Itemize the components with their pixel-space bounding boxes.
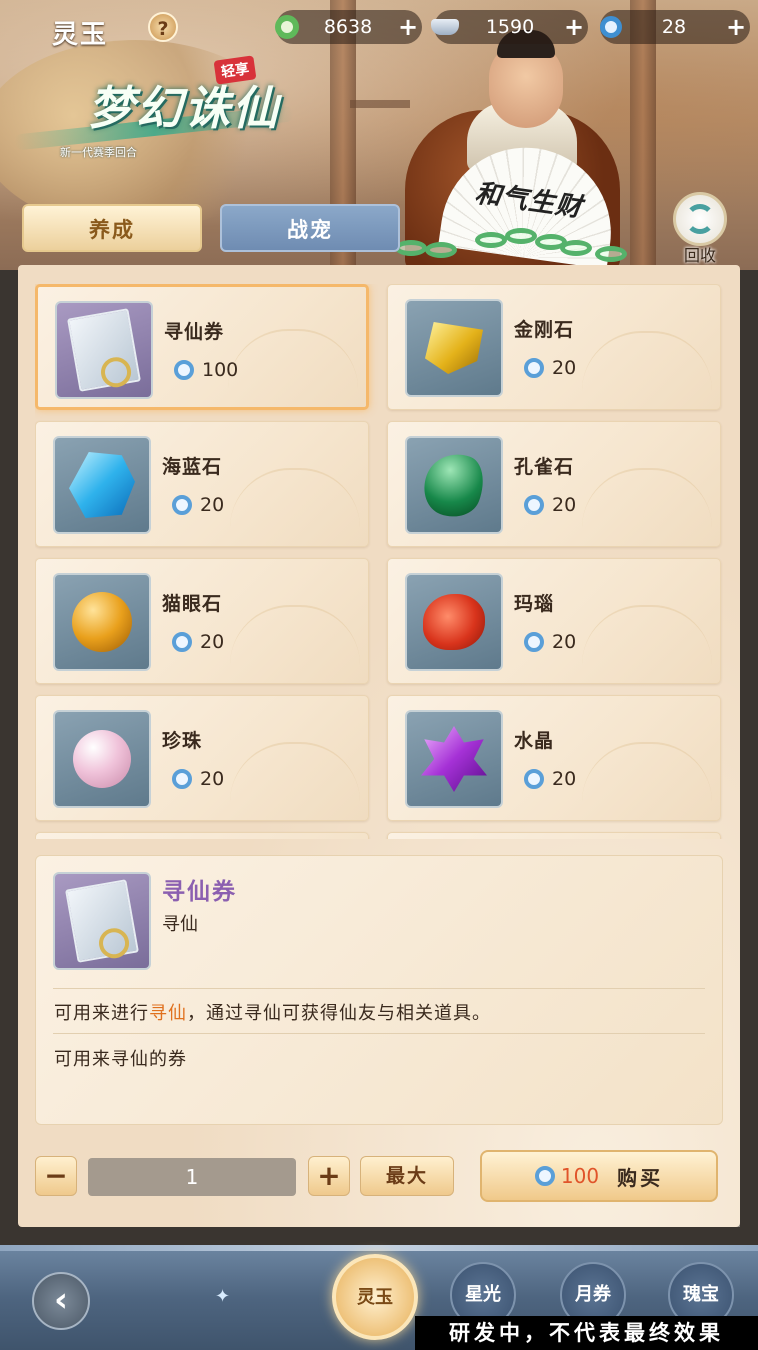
quantity-input[interactable]: 1: [88, 1158, 296, 1196]
item-card[interactable]: 金刚石 20: [387, 284, 721, 410]
item-price: 20: [172, 494, 224, 516]
currency-silver: 1590 +: [431, 10, 588, 44]
ticket-icon: [53, 872, 151, 970]
max-quantity-button[interactable]: 最大: [360, 1156, 454, 1196]
item-price: 100: [174, 359, 238, 381]
item-name: 猫眼石: [162, 593, 223, 615]
silver-ingot-icon: [430, 12, 460, 42]
spirit-jade-icon: [172, 769, 192, 789]
back-arrow-icon[interactable]: ‹: [32, 1272, 90, 1330]
decrease-quantity-button[interactable]: −: [35, 1156, 77, 1196]
detail-note: 可用来寻仙的券: [54, 1049, 187, 1070]
item-price: 20: [524, 631, 576, 653]
blue-gem-icon: [53, 436, 151, 534]
jade-coin-icon: [272, 12, 302, 42]
logo-subtitle: 新一代赛季回合: [60, 146, 137, 159]
item-card[interactable]: 水晶 20: [387, 695, 721, 821]
green-gem-icon: [405, 436, 503, 534]
spirit-jade-icon: [174, 360, 194, 380]
detail-description: 可用来进行寻仙，通过寻仙可获得仙友与相关道具。: [54, 1003, 491, 1024]
item-price: 20: [524, 768, 576, 790]
spirit-jade-icon: [524, 632, 544, 652]
divider: [53, 1033, 705, 1034]
item-price: 20: [524, 494, 576, 516]
gold-gem-icon: [405, 299, 503, 397]
add-currency-button[interactable]: +: [394, 13, 422, 41]
jade-coin-pile: [395, 228, 645, 262]
recycle-label: 回收: [683, 246, 716, 265]
spirit-jade-icon: [596, 12, 626, 42]
currency-value: 8638: [323, 16, 373, 38]
recycle-button[interactable]: 回收: [668, 192, 732, 266]
help-button[interactable]: ?: [148, 12, 178, 42]
item-card[interactable]: 珍珠 20: [35, 695, 369, 821]
item-card[interactable]: [387, 832, 721, 839]
ticket-icon: [55, 301, 153, 399]
crystal-icon: [405, 710, 503, 808]
item-card[interactable]: 寻仙券 100: [35, 284, 369, 410]
game-logo: 梦幻诛仙 轻享 新一代赛季回合: [13, 55, 310, 159]
item-name: 珍珠: [162, 730, 203, 752]
cat-eye-gem-icon: [53, 573, 151, 671]
agate-gem-icon: [405, 573, 503, 671]
item-card[interactable]: [35, 832, 369, 839]
shelf-decoration: [350, 100, 410, 108]
page-title: 灵玉: [52, 20, 109, 50]
tab-battle-pet[interactable]: 战宠: [220, 204, 400, 252]
logo-title: 梦幻诛仙: [88, 81, 280, 135]
item-name: 金刚石: [514, 319, 575, 341]
recycle-icon: [673, 192, 727, 246]
currency-value: 1590: [485, 16, 535, 38]
item-name: 孔雀石: [514, 456, 575, 478]
item-name: 玛瑙: [514, 593, 555, 615]
detail-item-name: 寻仙券: [162, 878, 237, 905]
sparkle-icon: ✦: [215, 1286, 231, 1307]
currency-value: 28: [661, 16, 687, 38]
dev-watermark: 研发中，不代表最终效果: [415, 1316, 758, 1350]
nav-tab-jade[interactable]: 灵玉: [332, 1254, 418, 1340]
item-name: 寻仙券: [164, 321, 225, 343]
item-card[interactable]: 孔雀石 20: [387, 421, 721, 547]
spirit-jade-icon: [172, 495, 192, 515]
currency-jade: 8638 +: [275, 10, 422, 44]
item-name: 海蓝石: [162, 456, 223, 478]
detail-item-type: 寻仙: [162, 914, 198, 935]
spirit-jade-icon: [534, 1166, 555, 1186]
add-currency-button[interactable]: +: [560, 13, 588, 41]
item-name: 水晶: [514, 730, 555, 752]
item-grid: 寻仙券 100 金刚石 20 海蓝石 20 孔雀石 20 猫眼石 20 玛瑙 2…: [35, 284, 723, 839]
add-currency-button[interactable]: +: [722, 13, 750, 41]
item-price: 20: [172, 631, 224, 653]
item-price: 20: [524, 357, 576, 379]
spirit-jade-icon: [524, 495, 544, 515]
item-detail-panel: 寻仙券 寻仙 可用来进行寻仙，通过寻仙可获得仙友与相关道具。 可用来寻仙的券: [35, 855, 723, 1125]
currency-spirit-jade: 28 +: [600, 10, 750, 44]
spirit-jade-icon: [172, 632, 192, 652]
highlight-keyword: 寻仙: [149, 1003, 187, 1024]
increase-quantity-button[interactable]: +: [308, 1156, 350, 1196]
item-price: 20: [172, 768, 224, 790]
item-card[interactable]: 海蓝石 20: [35, 421, 369, 547]
tab-cultivate[interactable]: 养成: [22, 204, 202, 252]
item-card[interactable]: 玛瑙 20: [387, 558, 721, 684]
spirit-jade-icon: [524, 769, 544, 789]
spirit-jade-icon: [524, 358, 544, 378]
item-card[interactable]: 猫眼石 20: [35, 558, 369, 684]
pearl-icon: [53, 710, 151, 808]
buy-price: 100: [560, 1164, 600, 1188]
divider: [53, 988, 705, 989]
buy-button[interactable]: 100 购买: [480, 1150, 718, 1202]
buy-label: 购买: [617, 1165, 664, 1190]
